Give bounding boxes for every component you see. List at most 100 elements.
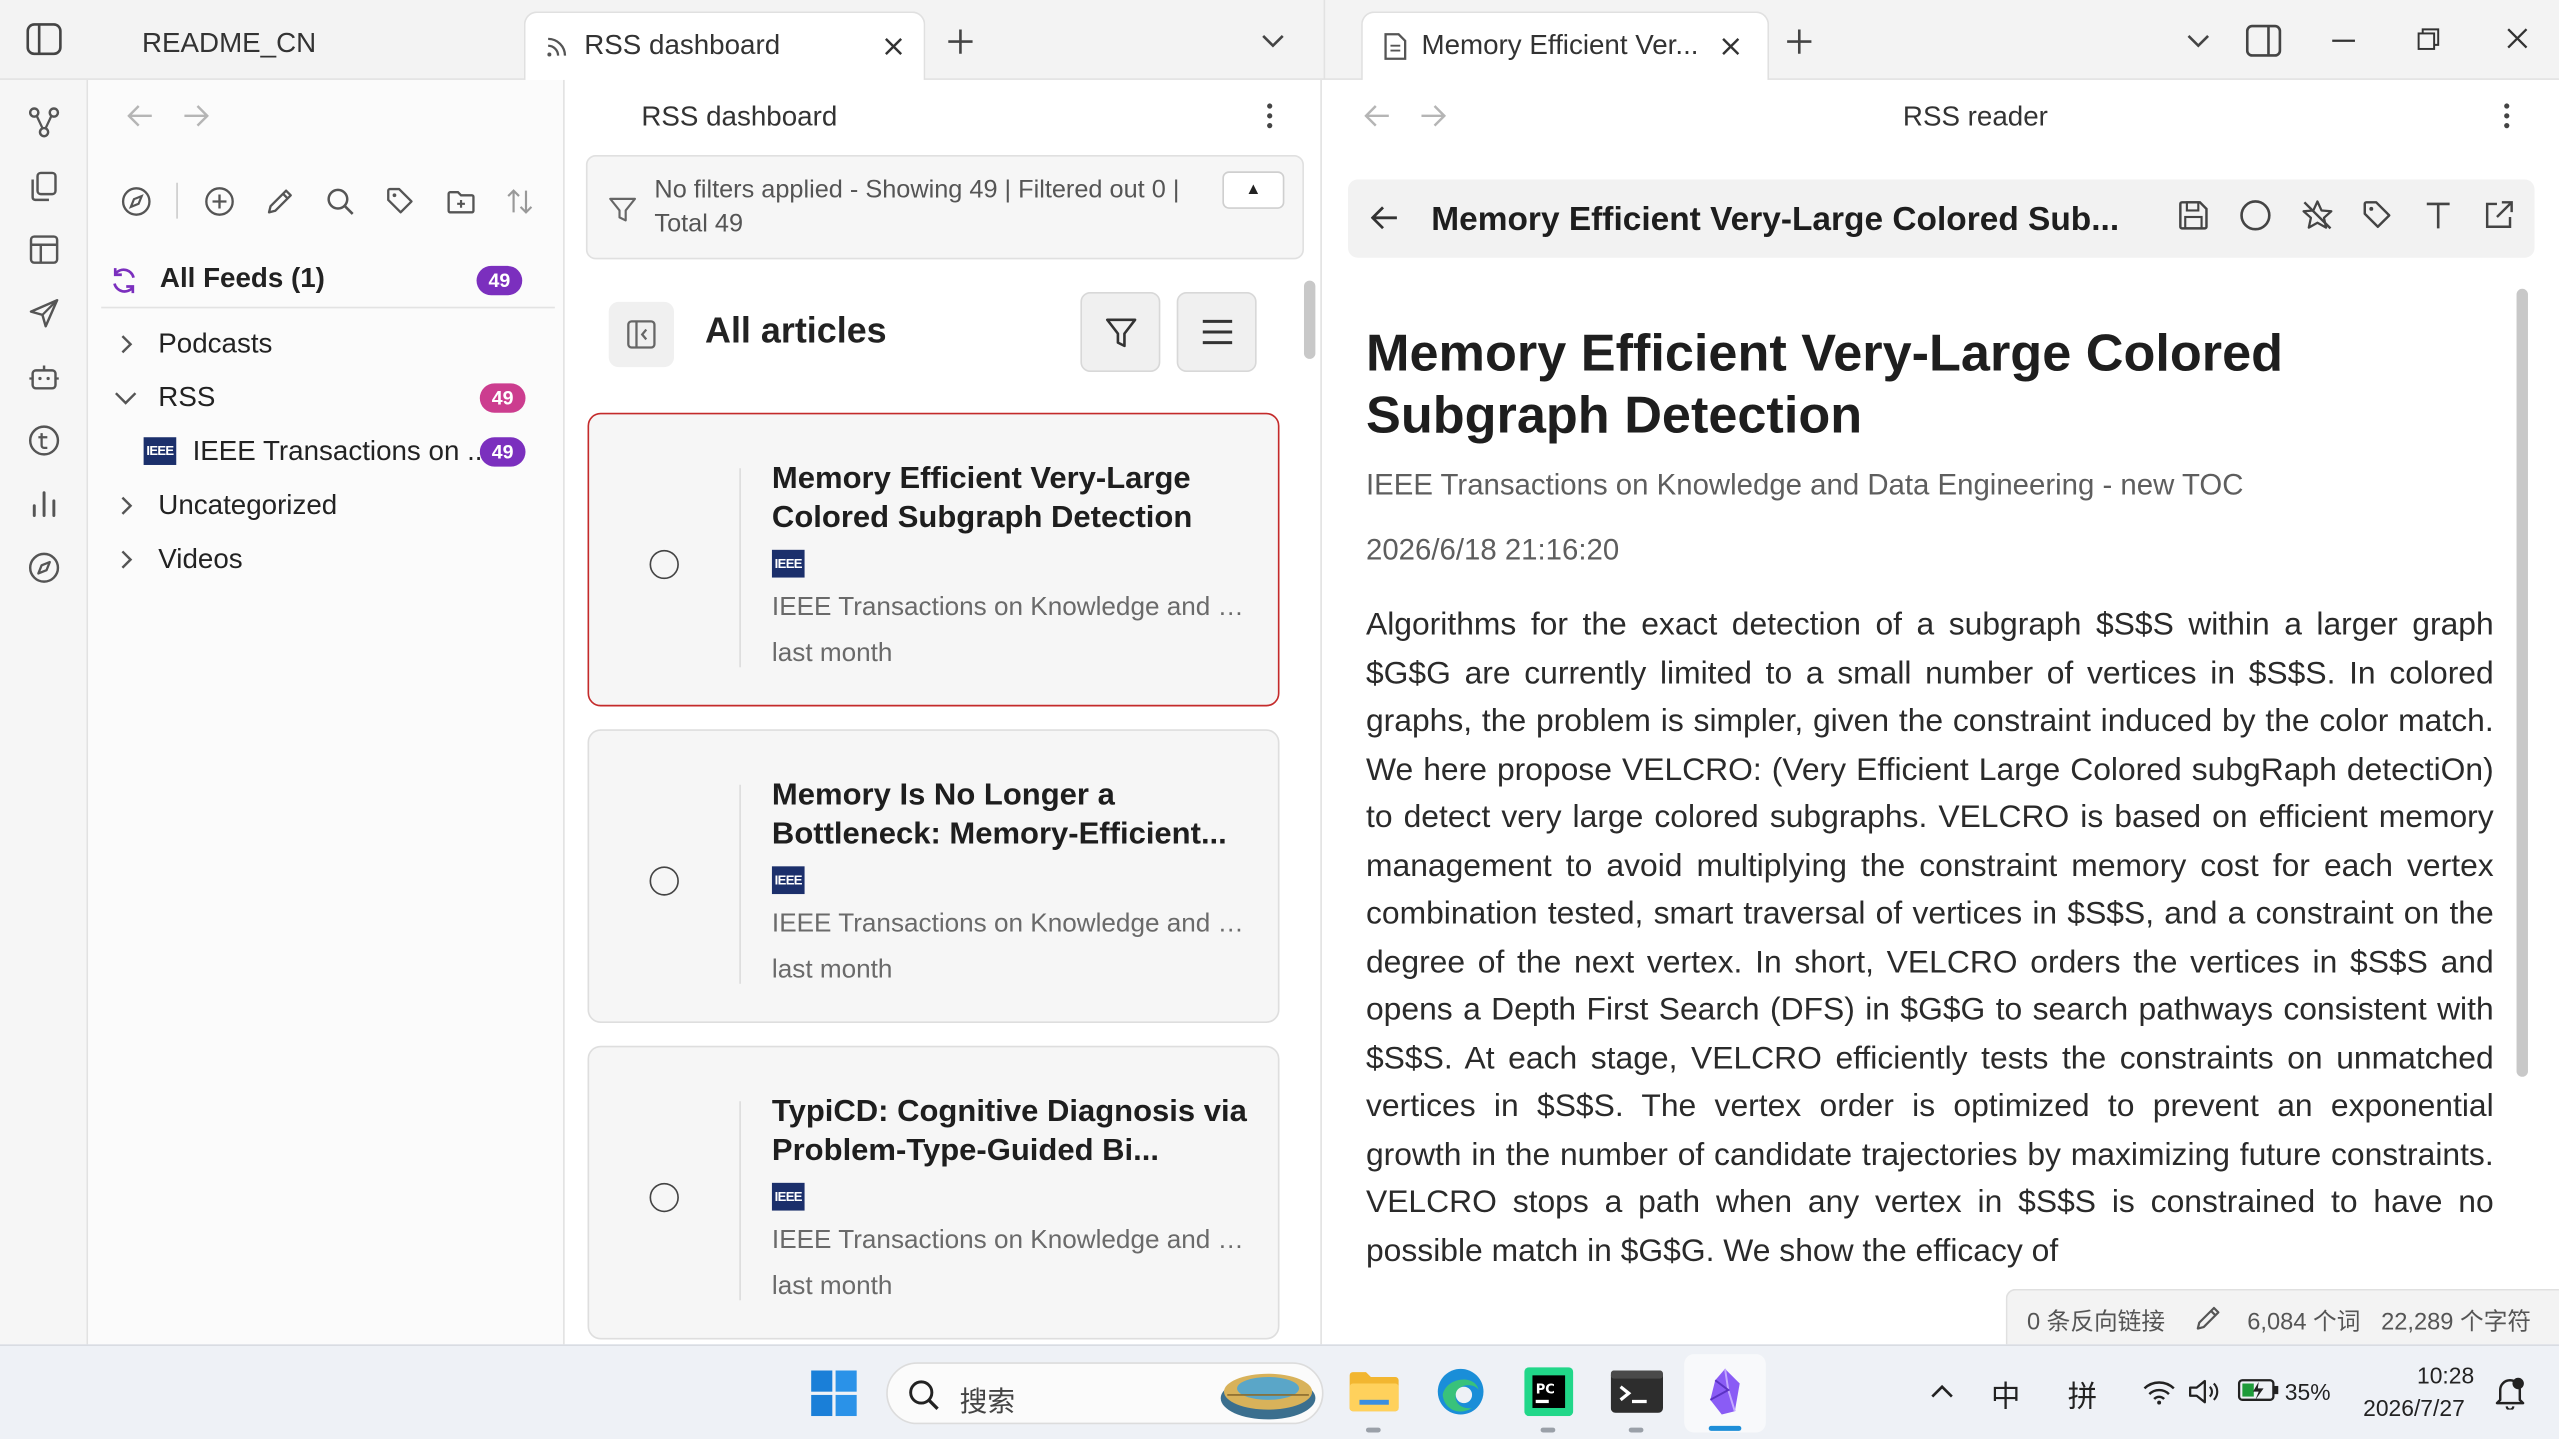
sort-icon[interactable] [504,186,535,217]
tab-readme-cn[interactable]: README_CN [142,28,316,61]
menu-button[interactable] [1176,292,1257,372]
filter-status-bar: No filters applied - Showing 49 | Filter… [585,154,1304,260]
bot-icon[interactable] [28,361,61,394]
send-icon[interactable] [28,297,61,330]
notification-center-icon[interactable] [2495,1377,2525,1410]
search-placeholder: 搜索 [959,1386,1016,1418]
sidebar-collapse-button[interactable] [608,301,675,368]
save-icon[interactable] [2177,199,2210,232]
article-card[interactable]: Memory Is No Longer a Bottleneck: Memory… [587,729,1280,1023]
backlinks-count[interactable]: 0 条反向链接 [2027,1304,2165,1338]
more-options-icon[interactable] [1266,103,1273,129]
all-feeds-row[interactable]: All Feeds (1) 49 [101,253,555,309]
copy-files-icon[interactable] [28,170,61,203]
twitter-t-icon[interactable] [28,424,61,457]
file-explorer-icon[interactable] [1348,1369,1400,1415]
sidebar-toggle-icon[interactable] [26,23,62,56]
scrollbar-thumb[interactable] [2516,288,2528,1077]
edit-pencil-icon[interactable] [2193,1304,2222,1333]
edge-browser-icon[interactable] [1436,1367,1485,1416]
forward-arrow-icon[interactable] [1420,104,1446,127]
search-icon[interactable] [325,186,356,217]
new-tab-icon[interactable] [1785,28,1813,56]
clock-time[interactable]: 10:28 [2417,1362,2474,1388]
chevron-right-icon [118,334,134,354]
ime-mode-indicator[interactable]: 拼 [2068,1374,2097,1416]
article-source: IEEE Transactions on Knowledge and Data … [771,593,1249,622]
tab-memory-efficient[interactable]: Memory Efficient Ver... [1361,11,1770,82]
folder-uncategorized[interactable]: Uncategorized [111,481,552,530]
graph-view-icon[interactable] [28,106,61,139]
close-tab-icon[interactable] [1718,34,1742,58]
document-icon [1384,33,1407,61]
running-indicator [1540,1427,1556,1433]
more-options-icon[interactable] [2503,103,2510,129]
tags-icon[interactable] [385,186,416,217]
back-arrow-icon[interactable] [127,104,153,127]
article-title: TypiCD: Cognitive Diagnosis via Problem-… [771,1094,1247,1169]
taskbar-search-box[interactable]: 搜索 [886,1362,1324,1425]
volume-icon[interactable] [2189,1379,2222,1405]
battery-charging-icon[interactable] [2237,1377,2279,1403]
right-sidebar-toggle-icon[interactable] [2245,24,2282,57]
search-icon [907,1379,940,1412]
ime-language-indicator[interactable]: 中 [1991,1374,2020,1416]
running-indicator [1365,1427,1381,1433]
back-arrow-icon[interactable] [1364,104,1390,127]
tab-rss-dashboard[interactable]: RSS dashboard [523,11,926,82]
new-folder-icon[interactable] [446,186,477,217]
folder-videos[interactable]: Videos [111,535,552,584]
forward-arrow-icon[interactable] [183,104,209,127]
refresh-icon[interactable] [109,266,138,295]
folder-rss[interactable]: RSS 49 [111,374,552,423]
feed-ieee-transactions[interactable]: IEEE IEEE Transactions on ... 49 [111,427,552,476]
read-status-radio[interactable] [649,1182,679,1213]
article-body: Algorithms for the exact detection of a … [1365,606,2494,1268]
windows-start-icon[interactable] [811,1370,857,1417]
tag-icon[interactable] [2362,199,2395,232]
mark-read-circle-icon[interactable] [2239,199,2272,232]
article-date: last month [771,956,893,984]
tab-label: RSS dashboard [584,29,781,61]
close-tab-icon[interactable] [881,34,905,58]
article-card[interactable]: TypiCD: Cognitive Diagnosis via Problem-… [587,1045,1280,1340]
compass-icon[interactable] [28,551,61,584]
edit-pencil-icon[interactable] [264,186,295,217]
article-date: 2026/6/18 21:16:20 [1365,533,1620,567]
text-format-icon[interactable] [2422,199,2455,232]
dashboard-header-title: RSS dashboard [641,101,838,133]
reader-toolbar: Memory Efficient Very-Large Colored Sub.… [1348,179,2535,258]
restore-icon[interactable] [2417,28,2440,51]
close-window-icon[interactable] [2505,26,2529,50]
tab-list-chevron-icon[interactable] [2185,31,2211,51]
clock-date[interactable]: 2026/7/27 [2363,1395,2465,1421]
ieee-logo-icon: IEEE [771,549,805,578]
minimize-icon[interactable] [2332,39,2355,42]
new-tab-icon[interactable] [947,28,975,56]
article-card[interactable]: Memory Efficient Very-Large Colored Subg… [587,412,1280,707]
layout-icon[interactable] [28,233,61,266]
tab-list-chevron-icon[interactable] [1260,31,1286,51]
read-status-radio[interactable] [649,866,679,896]
tab-label: Memory Efficient Ver... [1421,29,1699,61]
wifi-icon[interactable] [2143,1379,2176,1405]
folder-podcasts[interactable]: Podcasts [111,320,552,369]
star-off-icon[interactable] [2301,199,2334,232]
chevron-up-icon[interactable] [1931,1384,1954,1400]
read-status-radio[interactable] [649,549,679,580]
collapse-filter-button[interactable]: ▲ [1222,171,1285,209]
terminal-icon[interactable] [1610,1370,1664,1413]
ieee-logo-icon: IEEE [771,1182,805,1211]
filter-button[interactable] [1080,292,1161,372]
back-arrow-icon[interactable] [1370,206,1399,230]
compass-icon[interactable] [121,186,152,217]
bar-chart-icon[interactable] [28,488,61,521]
article-feed-name: IEEE Transactions on Knowledge and Data … [1365,468,2244,501]
pycharm-icon[interactable]: PC [1524,1367,1574,1417]
add-feed-icon[interactable] [204,186,235,217]
running-indicator [1628,1427,1644,1433]
open-external-icon[interactable] [2482,199,2515,232]
active-app-highlight[interactable] [1684,1354,1766,1433]
scrollbar-thumb[interactable] [1303,280,1316,359]
card-divider [739,468,741,668]
